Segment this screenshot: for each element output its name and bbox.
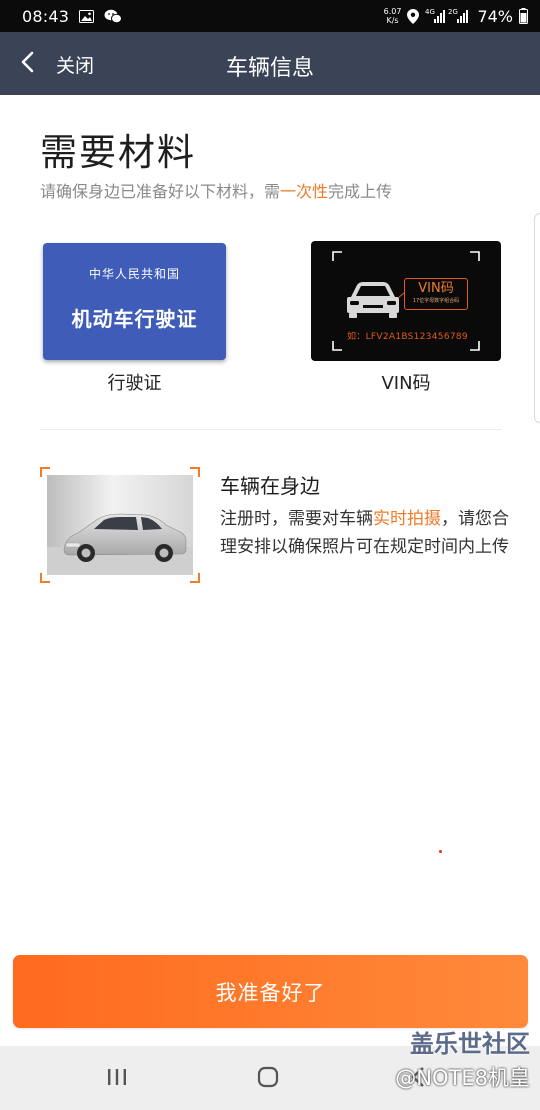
vehicle-photo bbox=[40, 467, 200, 583]
decorative-dot bbox=[439, 850, 442, 853]
subtitle-before: 请确保身边已准备好以下材料，需 bbox=[40, 182, 281, 201]
vehicle-section-desc: 注册时，需要对车辆实时拍摄，请您合理安排以确保照片可在规定时间内上传 bbox=[220, 505, 510, 561]
side-pull-tab[interactable] bbox=[534, 213, 540, 423]
chevron-left-icon bbox=[20, 51, 34, 77]
net-speed: 6.07 K/s bbox=[384, 7, 402, 25]
close-label: 关闭 bbox=[56, 54, 95, 77]
material-label-vin: VIN码 bbox=[381, 373, 431, 394]
vin-tag-main: VIN码 bbox=[418, 281, 454, 296]
driving-license-image: 中华人民共和国 机动车行驶证 bbox=[43, 243, 226, 360]
page-title: 需要材料 bbox=[40, 131, 196, 174]
recent-apps-button[interactable] bbox=[97, 1064, 137, 1094]
net-speed-value: 6.07 bbox=[383, 7, 402, 16]
car-front-icon bbox=[347, 282, 399, 318]
license-card-top-text: 中华人民共和国 bbox=[88, 267, 180, 281]
recent-apps-icon bbox=[106, 1067, 128, 1091]
battery-icon bbox=[519, 8, 528, 24]
subtitle-after: 完成上传 bbox=[328, 182, 393, 201]
signal-icon: 4G 2G bbox=[425, 8, 471, 24]
location-icon bbox=[407, 8, 420, 24]
ready-button-label: 我准备好了 bbox=[215, 981, 326, 1005]
vehicle-desc-highlight: 实时拍摄 bbox=[373, 509, 441, 529]
license-card-main-text: 机动车行驶证 bbox=[71, 307, 198, 331]
network-2: 2G bbox=[448, 8, 458, 16]
home-button[interactable] bbox=[248, 1064, 288, 1094]
battery-percent: 74% bbox=[477, 6, 513, 26]
ready-button[interactable]: 我准备好了 bbox=[13, 955, 528, 1028]
vin-tag-sub: 17位字母数字组合码 bbox=[412, 298, 460, 304]
wechat-icon bbox=[104, 9, 123, 24]
subtitle-highlight: 一次性 bbox=[280, 182, 329, 201]
material-label-license: 行驶证 bbox=[107, 373, 162, 394]
network-1: 4G bbox=[425, 8, 435, 16]
page-subtitle: 请确保身边已准备好以下材料，需一次性完成上传 bbox=[40, 178, 392, 202]
watermark-line1: 盖乐世社区 bbox=[410, 1030, 530, 1058]
home-icon bbox=[256, 1065, 280, 1093]
status-left: 08:43 bbox=[22, 6, 123, 26]
watermark-line2: @NOTE8机皇 bbox=[395, 1066, 530, 1090]
app-header: 关闭 车辆信息 bbox=[0, 32, 540, 95]
status-right: 6.07 K/s 4G 2G 74% bbox=[384, 7, 528, 26]
vin-tag: VIN码 17位字母数字组合码 bbox=[404, 278, 468, 310]
section-divider bbox=[40, 429, 502, 430]
vin-code-image: VIN码 17位字母数字组合码 如：LFV2A1BS123456789 bbox=[311, 241, 501, 361]
main-content: 需要材料 请确保身边已准备好以下材料，需一次性完成上传 中华人民共和国 机动车行… bbox=[0, 95, 540, 1045]
close-button[interactable]: 关闭 bbox=[20, 50, 120, 78]
status-bar: 08:43 6.07 K/s 4G 2G 74% bbox=[0, 0, 540, 32]
vehicle-section-title: 车辆在身边 bbox=[220, 474, 320, 498]
net-speed-unit: K/s bbox=[386, 16, 399, 25]
status-time: 08:43 bbox=[22, 6, 70, 26]
vin-example: 如：LFV2A1BS123456789 bbox=[347, 332, 468, 342]
image-icon bbox=[79, 9, 95, 23]
vehicle-desc-before: 注册时，需要对车辆 bbox=[220, 509, 373, 529]
